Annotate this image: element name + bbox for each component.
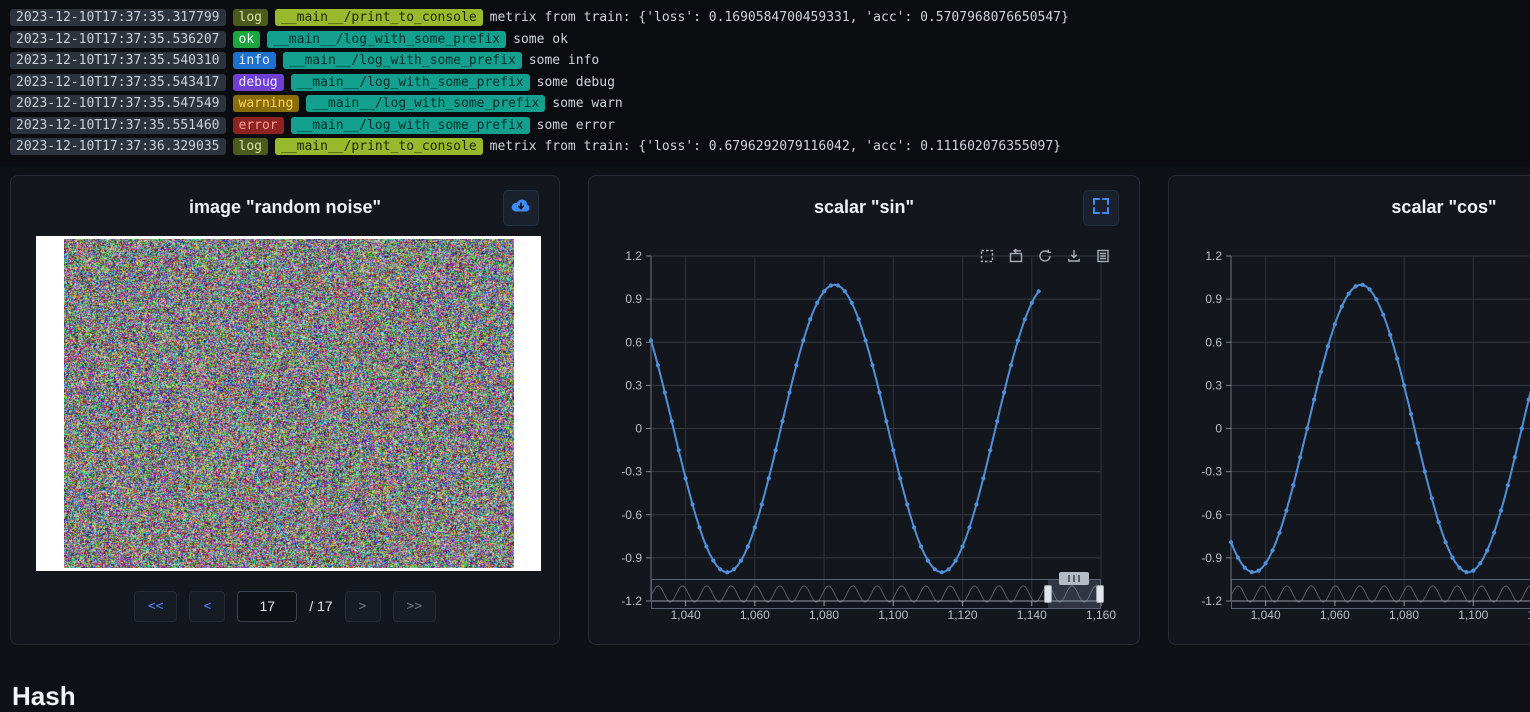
log-message: some warn (552, 96, 622, 111)
datazoom-left-handle[interactable] (1044, 585, 1052, 603)
log-level-badge: debug (233, 74, 284, 91)
log-level-badge: info (233, 52, 276, 69)
cloud-download-icon (510, 197, 532, 218)
log-row: 2023-12-10T17:37:35.547549 warning __main_… (10, 93, 1530, 115)
log-module-badge: __main__/print_to_console (275, 138, 483, 155)
save-image-icon[interactable] (1066, 248, 1082, 264)
svg-text:0.6: 0.6 (625, 335, 642, 349)
svg-text:0.3: 0.3 (625, 378, 642, 392)
log-module-badge: __main__/log_with_some_prefix (291, 74, 530, 91)
log-message: some ok (513, 32, 568, 47)
log-module-badge: __main__/log_with_some_prefix (291, 117, 530, 134)
random-noise-image (64, 239, 514, 568)
page-number-input[interactable] (237, 591, 297, 622)
log-console: 2023-12-10T17:37:35.317799 log __main__/pr… (0, 0, 1530, 166)
chart-title: scalar "sin" (589, 176, 1139, 218)
image-random-noise-card: image "random noise" << < / 17 > >> (10, 175, 560, 645)
svg-text:0: 0 (635, 421, 642, 435)
svg-text:-0.9: -0.9 (621, 550, 642, 564)
datazoom-right-handle[interactable] (1096, 585, 1104, 603)
log-message: metrix from train: {'loss': 0.1690584700… (490, 10, 1069, 25)
cos-plot[interactable]: 1.20.90.60.30-0.3-0.6-0.9-1.21,0401,0601… (1169, 236, 1530, 636)
log-message: metrix from train: {'loss': 0.6796292079… (490, 139, 1061, 154)
zoom-reset-icon[interactable] (1008, 248, 1024, 264)
log-row: 2023-12-10T17:37:35.317799 log __main__/pr… (10, 7, 1530, 29)
log-level-badge: log (233, 138, 268, 155)
scalar-sin-card: scalar "sin" 1.2 0.9 0.6 0.3 0 -0.3 -0.6 -0.9 -1… (588, 175, 1140, 645)
svg-text:-0.3: -0.3 (1201, 464, 1222, 478)
image-pagination: << < / 17 > >> (11, 591, 559, 622)
chart-title: scalar "cos" (1169, 176, 1530, 218)
svg-text:-1.2: -1.2 (621, 594, 642, 608)
log-timestamp: 2023-12-10T17:37:35.317799 (10, 9, 226, 26)
log-row: 2023-12-10T17:37:35.540310 info __main__/l… (10, 50, 1530, 72)
svg-text:0.6: 0.6 (1205, 335, 1222, 349)
log-message: some debug (537, 75, 615, 90)
log-level-badge: warning (233, 95, 300, 112)
log-row: 2023-12-10T17:37:35.543417 debug __main__/… (10, 72, 1530, 94)
svg-text:-0.3: -0.3 (621, 464, 642, 478)
prev-page-button[interactable]: < (189, 591, 225, 622)
log-module-badge: __main__/log_with_some_prefix (267, 31, 506, 48)
data-view-icon[interactable] (1095, 248, 1111, 264)
svg-text:0.9: 0.9 (625, 292, 642, 306)
log-row: 2023-12-10T17:37:36.329035 log __main__/pr… (10, 136, 1530, 158)
datazoom-window[interactable] (1048, 580, 1100, 608)
datazoom-overview-wave (1232, 580, 1530, 608)
log-timestamp: 2023-12-10T17:37:35.536207 (10, 31, 226, 48)
scalar-cos-card: scalar "cos" 1.2 0.9 0.6 0.3 0 -0.3 -0.6 -0.9 -1… (1168, 175, 1530, 645)
fullscreen-expand-icon (1091, 196, 1111, 219)
log-message: some error (537, 118, 615, 133)
log-row: 2023-12-10T17:37:35.536207 ok __main__/log… (10, 29, 1530, 51)
cards-row: image "random noise" << < / 17 > >> scal… (0, 166, 1530, 645)
sin-plot[interactable]: 1.20.90.60.30-0.3-0.6-0.9-1.21,0401,0601… (589, 236, 1141, 636)
log-level-badge: error (233, 117, 284, 134)
log-timestamp: 2023-12-10T17:37:36.329035 (10, 138, 226, 155)
log-timestamp: 2023-12-10T17:37:35.551460 (10, 117, 226, 134)
svg-text:-0.9: -0.9 (1201, 550, 1222, 564)
svg-text:0.9: 0.9 (1205, 292, 1222, 306)
first-page-button[interactable]: << (134, 591, 178, 622)
datazoom-slider[interactable] (651, 579, 1101, 609)
fullscreen-button[interactable] (1083, 190, 1119, 226)
log-level-badge: ok (233, 31, 261, 48)
svg-text:-0.6: -0.6 (621, 507, 642, 521)
svg-text:-0.6: -0.6 (1201, 507, 1222, 521)
log-module-badge: __main__/log_with_some_prefix (306, 95, 545, 112)
svg-text:0: 0 (1215, 421, 1222, 435)
zoom-box-icon[interactable] (979, 248, 995, 264)
download-image-button[interactable] (503, 190, 539, 226)
datazoom-slider[interactable] (1231, 579, 1530, 609)
svg-text:1.2: 1.2 (625, 249, 642, 263)
svg-text:-1.2: -1.2 (1201, 594, 1222, 608)
log-message: some info (529, 53, 599, 68)
last-page-button[interactable]: >> (393, 591, 437, 622)
datazoom-move-handle[interactable] (1059, 572, 1089, 585)
restore-icon[interactable] (1037, 248, 1053, 264)
log-timestamp: 2023-12-10T17:37:35.543417 (10, 74, 226, 91)
svg-text:0.3: 0.3 (1205, 378, 1222, 392)
log-timestamp: 2023-12-10T17:37:35.540310 (10, 52, 226, 69)
next-page-button[interactable]: > (345, 591, 381, 622)
chart-toolbox (979, 248, 1111, 264)
log-module-badge: __main__/log_with_some_prefix (283, 52, 522, 69)
datazoom-overview-wave (652, 580, 1100, 608)
svg-text:1.2: 1.2 (1205, 249, 1222, 263)
total-pages-label: / 17 (309, 598, 332, 614)
log-row: 2023-12-10T17:37:35.551460 error __main__/… (10, 115, 1530, 137)
image-matte (36, 236, 541, 571)
log-level-badge: log (233, 9, 268, 26)
log-timestamp: 2023-12-10T17:37:35.547549 (10, 95, 226, 112)
log-module-badge: __main__/print_to_console (275, 9, 483, 26)
image-card-title: image "random noise" (11, 176, 559, 218)
